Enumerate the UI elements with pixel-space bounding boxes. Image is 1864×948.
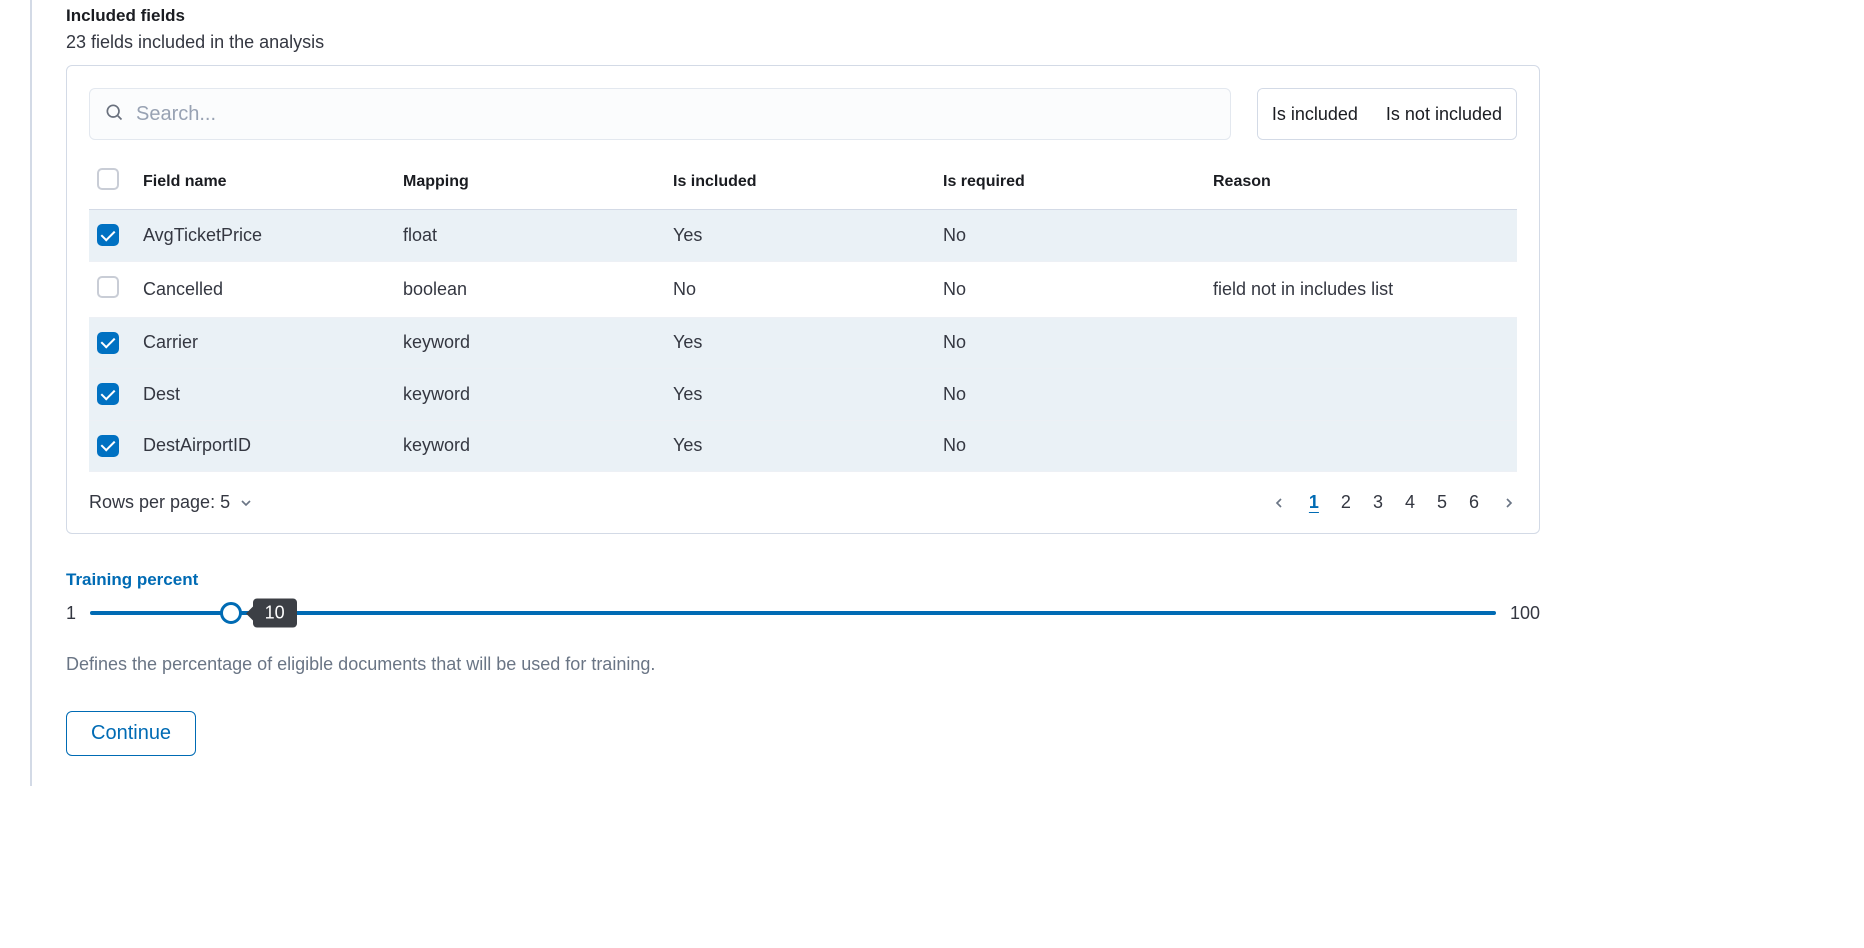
cell-mapping: boolean (395, 261, 665, 317)
cell-mapping: float (395, 210, 665, 262)
col-mapping[interactable]: Mapping (395, 158, 665, 210)
col-reason[interactable]: Reason (1205, 158, 1517, 210)
training-percent-help: Defines the percentage of eligible docum… (66, 654, 1540, 675)
cell-field-name: Cancelled (135, 261, 395, 317)
cell-field-name: Carrier (135, 317, 395, 369)
row-checkbox[interactable] (97, 435, 119, 457)
training-percent-slider[interactable]: 10 (90, 600, 1496, 626)
cell-field-name: DestAirportID (135, 420, 395, 472)
page-2[interactable]: 2 (1341, 492, 1351, 513)
slider-min: 1 (66, 603, 76, 624)
table-row: DestAirportIDkeywordYesNo (89, 420, 1517, 472)
cell-is-required: No (935, 261, 1205, 317)
included-fields-subtitle: 23 fields included in the analysis (66, 32, 1540, 53)
rows-per-page[interactable]: Rows per page: 5 (89, 492, 254, 513)
cell-is-included: Yes (665, 317, 935, 369)
search-icon (104, 102, 124, 127)
page-3[interactable]: 3 (1373, 492, 1383, 513)
slider-tooltip: 10 (253, 599, 297, 628)
training-percent-label: Training percent (66, 570, 1540, 590)
rows-per-page-label: Rows per page: 5 (89, 492, 230, 513)
search-box[interactable] (89, 88, 1231, 140)
table-row: CarrierkeywordYesNo (89, 317, 1517, 369)
page-1[interactable]: 1 (1309, 492, 1319, 513)
select-all-checkbox[interactable] (97, 168, 119, 190)
cell-is-included: Yes (665, 420, 935, 472)
col-field-name[interactable]: Field name (135, 158, 395, 210)
search-input[interactable] (124, 103, 1216, 126)
continue-button[interactable]: Continue (66, 711, 196, 756)
col-is-included[interactable]: Is included (665, 158, 935, 210)
cell-reason (1205, 420, 1517, 472)
pager: 1 2 3 4 5 6 (1271, 492, 1517, 513)
included-fields-title: Included fields (66, 6, 1540, 26)
cell-is-included: Yes (665, 210, 935, 262)
cell-mapping: keyword (395, 317, 665, 369)
cell-is-required: No (935, 210, 1205, 262)
cell-is-required: No (935, 420, 1205, 472)
table-row: CancelledbooleanNoNofield not in include… (89, 261, 1517, 317)
col-is-required[interactable]: Is required (935, 158, 1205, 210)
cell-is-required: No (935, 317, 1205, 369)
cell-reason (1205, 317, 1517, 369)
cell-mapping: keyword (395, 420, 665, 472)
table-row: AvgTicketPricefloatYesNo (89, 210, 1517, 262)
page-4[interactable]: 4 (1405, 492, 1415, 513)
row-checkbox[interactable] (97, 383, 119, 405)
slider-thumb[interactable] (220, 602, 242, 624)
row-checkbox[interactable] (97, 276, 119, 298)
cell-reason (1205, 369, 1517, 421)
filter-is-included[interactable]: Is included (1258, 89, 1372, 139)
row-checkbox[interactable] (97, 332, 119, 354)
cell-field-name: AvgTicketPrice (135, 210, 395, 262)
cell-is-required: No (935, 369, 1205, 421)
cell-field-name: Dest (135, 369, 395, 421)
filter-is-not-included[interactable]: Is not included (1372, 89, 1516, 139)
fields-table: Field name Mapping Is included Is requir… (89, 158, 1517, 472)
cell-reason: field not in includes list (1205, 261, 1517, 317)
slider-max: 100 (1510, 603, 1540, 624)
row-checkbox[interactable] (97, 224, 119, 246)
page-5[interactable]: 5 (1437, 492, 1447, 513)
cell-is-included: No (665, 261, 935, 317)
filter-group: Is included Is not included (1257, 88, 1517, 140)
cell-reason (1205, 210, 1517, 262)
chevron-down-icon (238, 495, 254, 511)
table-row: DestkeywordYesNo (89, 369, 1517, 421)
cell-mapping: keyword (395, 369, 665, 421)
cell-is-included: Yes (665, 369, 935, 421)
fields-panel: Is included Is not included Field name M… (66, 65, 1540, 534)
page-6[interactable]: 6 (1469, 492, 1479, 513)
prev-page[interactable] (1271, 495, 1287, 511)
next-page[interactable] (1501, 495, 1517, 511)
